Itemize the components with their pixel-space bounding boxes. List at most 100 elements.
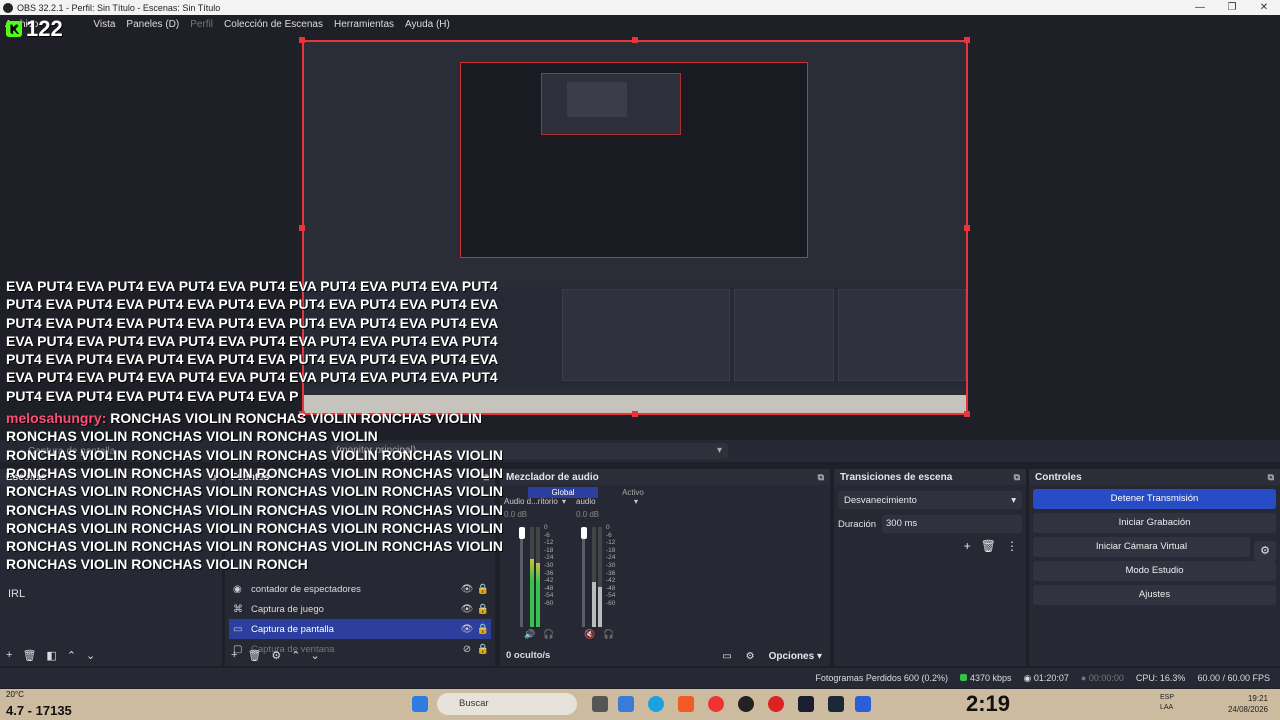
menu-perfil[interactable]: Perfil	[190, 19, 213, 30]
audio-mixer-dock: Mezclador de audio ⧉ Global Activo Audio…	[500, 469, 830, 666]
layout-icon[interactable]: ▭	[722, 651, 731, 662]
eye-icon[interactable]: 👁	[459, 624, 475, 635]
scenes-footer: + 🗑 ◧ ⌃ ⌄	[0, 644, 222, 666]
volume-meter	[598, 527, 602, 627]
brave-icon[interactable]	[678, 696, 694, 712]
trash-icon[interactable]: 🗑	[981, 539, 996, 553]
taskbar-search[interactable]: Buscar	[437, 693, 577, 715]
filter-icon[interactable]: ◧	[46, 649, 56, 662]
add-icon[interactable]: +	[231, 649, 237, 661]
outlook-icon[interactable]	[618, 696, 634, 712]
controls-header: Controles ⧉	[1029, 469, 1280, 485]
chevron-down-icon[interactable]: ▾	[634, 497, 638, 506]
chat-line: RONCHAS VIOLIN RONCHAS VIOLIN RONCHAS VI…	[6, 538, 504, 555]
gamepad-icon: ⌘	[233, 603, 243, 615]
weather-widget[interactable]: 20°C	[6, 690, 24, 699]
source-item[interactable]: ◉ contador de espectadores 👁 🔒	[229, 579, 491, 599]
volume-meter	[536, 527, 540, 627]
add-icon[interactable]: +	[964, 539, 971, 553]
advanced-audio-icon[interactable]: ⚙	[746, 651, 755, 662]
status-bar: Fotogramas Perdidos 600 (0.2%) 4370 kbps…	[0, 668, 1280, 688]
speaker-icon[interactable]: 🔊	[524, 629, 535, 640]
headphones-icon[interactable]: 🎧	[543, 629, 554, 640]
windows-taskbar: 20°C 4.7 - 17135 Buscar 2:19 ESP LAA 19:2…	[0, 689, 1280, 720]
steam-alt-icon[interactable]	[828, 696, 844, 712]
overlay-clock: 2:19	[966, 691, 1011, 716]
headphones-icon[interactable]: 🎧	[603, 629, 614, 640]
app-blue-icon[interactable]	[855, 696, 871, 712]
chat-line: RONCHAS VIOLIN RONCHAS VIOLIN RONCHAS VI…	[6, 464, 504, 481]
scene-item[interactable]: IRL	[6, 585, 216, 604]
window-title: OBS 32.2.1 - Perfil: Sin Título - Escena…	[17, 2, 221, 13]
kick-logo-icon: K	[6, 21, 22, 37]
resize-handle[interactable]	[964, 37, 970, 43]
obs-icon[interactable]	[738, 696, 754, 712]
windows-start-icon[interactable]	[412, 696, 428, 712]
menu-ayuda[interactable]: Ayuda (H)	[405, 19, 450, 30]
dropped-frames: Fotogramas Perdidos 600 (0.2%)	[815, 673, 948, 683]
system-clock[interactable]: 19:21 24/08/2026	[1228, 693, 1268, 715]
app-icon[interactable]	[768, 696, 784, 712]
gear-icon[interactable]: ⚙	[1254, 541, 1276, 561]
resize-handle[interactable]	[964, 411, 970, 417]
transition-select[interactable]: Desvanecimiento ▾	[838, 491, 1022, 509]
lock-icon[interactable]: 🔒	[475, 604, 491, 615]
lock-icon[interactable]: 🔒	[475, 584, 491, 595]
volume-slider[interactable]	[580, 527, 587, 627]
more-icon[interactable]: ⋮	[1006, 539, 1018, 553]
chat-line: RONCHAS VIOLIN RONCHAS VIOLIN RONCH	[6, 556, 308, 573]
studio-mode-button[interactable]: Modo Estudio	[1033, 561, 1276, 581]
chevron-up-icon[interactable]: ⌃	[67, 649, 76, 662]
duration-spinbox[interactable]: 300 ms	[882, 515, 1022, 533]
minimize-button[interactable]: —	[1184, 2, 1216, 13]
stop-stream-button[interactable]: Detener Transmisión	[1033, 489, 1276, 509]
mixer-channel-audio: audio ▾ 0.0 dB	[576, 497, 638, 519]
transitions-header: Transiciones de escena ⧉	[834, 469, 1026, 485]
dock-float-icon[interactable]: ⧉	[1268, 472, 1274, 483]
spam-line: PUT4 EVA PUT4 EVA PUT4 EVA PUT4 EVA P	[6, 387, 299, 404]
steam-icon[interactable]	[798, 696, 814, 712]
counter-icon: ◉	[233, 583, 242, 595]
duration-label: Duración	[838, 518, 877, 530]
chevron-down-icon[interactable]: ⌄	[86, 649, 95, 662]
menu-paneles[interactable]: Paneles (D)	[126, 19, 179, 30]
menu-coleccion-escenas[interactable]: Colección de Escenas	[224, 19, 323, 30]
settings-button[interactable]: Ajustes	[1033, 585, 1276, 605]
viewer-counter: K 122	[6, 16, 63, 42]
menu-vista[interactable]: Vista	[93, 19, 115, 30]
eye-icon[interactable]: 👁	[459, 604, 475, 615]
speaker-muted-icon[interactable]: 🔇	[584, 629, 595, 640]
chat-message: RONCHAS VIOLIN RONCHAS VIOLIN RONCHAS VI…	[110, 410, 483, 427]
dock-float-icon[interactable]: ⧉	[1014, 472, 1020, 483]
resize-handle[interactable]	[964, 225, 970, 231]
resize-handle[interactable]	[299, 225, 305, 231]
dock-float-icon[interactable]: ⧉	[818, 472, 824, 483]
resize-handle[interactable]	[299, 37, 305, 43]
chevron-down-icon: ▾	[716, 445, 722, 456]
spam-line: PUT4 EVA PUT4 EVA PUT4 EVA PUT4 EVA PUT4…	[6, 351, 499, 368]
add-icon[interactable]: +	[6, 649, 12, 661]
gear-icon[interactable]: ⚙	[271, 649, 281, 662]
resize-handle[interactable]	[632, 37, 638, 43]
menu-herramientas[interactable]: Herramientas	[334, 19, 394, 30]
chevron-down-icon[interactable]: ⌄	[311, 649, 320, 662]
chevron-up-icon[interactable]: ⌃	[291, 649, 300, 662]
task-view-icon[interactable]	[592, 696, 608, 712]
source-item[interactable]: ⌘ Captura de juego 👁 🔒	[229, 599, 491, 619]
edge-icon[interactable]	[648, 696, 664, 712]
close-button[interactable]: ✕	[1248, 2, 1280, 13]
resize-handle[interactable]	[632, 411, 638, 417]
recursive-preview	[460, 62, 808, 258]
options-button[interactable]: Opciones ▾	[769, 651, 822, 662]
opera-icon[interactable]	[708, 696, 724, 712]
trash-icon[interactable]: 🗑	[247, 649, 261, 662]
language-indicator[interactable]: ESP LAA	[1160, 693, 1174, 713]
trash-icon[interactable]: 🗑	[22, 649, 36, 662]
source-item-selected[interactable]: ▭ Captura de pantalla 👁 🔒	[229, 619, 491, 639]
maximize-button[interactable]: ❐	[1216, 2, 1248, 13]
virtual-camera-button[interactable]: Iniciar Cámara Virtual	[1033, 537, 1250, 557]
chevron-down-icon[interactable]: ▾	[562, 497, 566, 506]
eye-icon[interactable]: 👁	[459, 584, 475, 595]
start-recording-button[interactable]: Iniciar Grabación	[1033, 513, 1276, 533]
lock-icon[interactable]: 🔒	[475, 624, 491, 635]
